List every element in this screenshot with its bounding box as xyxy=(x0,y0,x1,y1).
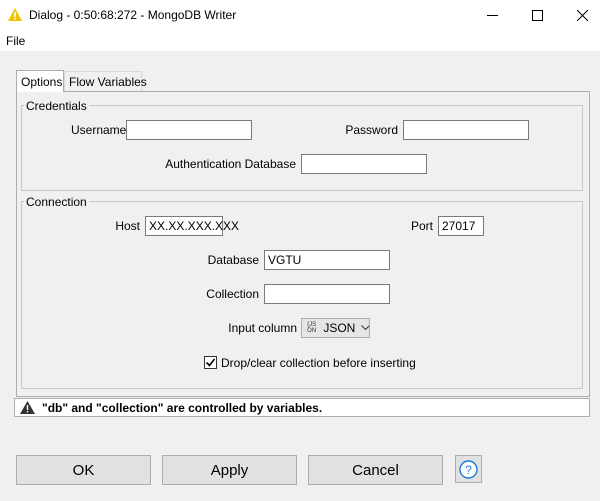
minimize-icon xyxy=(486,15,498,16)
port-label: Port xyxy=(410,219,433,233)
input-column-label: Input column xyxy=(228,321,297,335)
window-title: Dialog - 0:50:68:272 - MongoDB Writer xyxy=(29,8,237,22)
collection-field[interactable] xyxy=(264,284,390,304)
collection-label: Collection xyxy=(206,287,259,301)
database-field[interactable]: VGTU xyxy=(264,250,390,270)
drop-collection-checkbox[interactable] xyxy=(204,356,217,369)
ok-button[interactable]: OK xyxy=(16,455,151,485)
password-field[interactable] xyxy=(403,120,529,140)
minimize-button[interactable] xyxy=(469,0,515,31)
close-icon xyxy=(576,10,588,21)
host-label: Host xyxy=(115,219,140,233)
tab-flow-variables[interactable]: Flow Variables xyxy=(64,71,147,91)
svg-text:?: ? xyxy=(465,463,472,477)
maximize-icon xyxy=(531,10,543,21)
password-label: Password xyxy=(345,123,398,137)
username-field[interactable] xyxy=(126,120,252,140)
auth-db-field[interactable] xyxy=(301,154,427,174)
options-panel: Credentials Username Password Authentica… xyxy=(16,91,590,397)
chevron-down-icon xyxy=(361,325,369,331)
warning-icon xyxy=(20,401,35,414)
maximize-button[interactable] xyxy=(514,0,560,31)
help-icon: ? xyxy=(459,459,478,479)
close-button[interactable] xyxy=(559,0,600,31)
tab-options[interactable]: Options xyxy=(16,70,64,92)
status-text: "db" and "collection" are controlled by … xyxy=(42,400,323,415)
input-column-select[interactable]: {JS ON JSON xyxy=(301,318,370,338)
input-column-value: JSON xyxy=(323,321,356,335)
status-bar: "db" and "collection" are controlled by … xyxy=(14,398,590,417)
host-field[interactable]: XX.XX.XXX.XXX xyxy=(145,216,239,236)
drop-collection-label: Drop/clear collection before inserting xyxy=(221,356,416,370)
auth-db-label: Authentication Database xyxy=(165,157,296,171)
connection-legend: Connection xyxy=(24,195,89,209)
help-button[interactable]: ? xyxy=(455,455,482,483)
warning-triangle-icon xyxy=(8,8,22,21)
apply-button[interactable]: Apply xyxy=(162,455,297,485)
cancel-button[interactable]: Cancel xyxy=(308,455,443,485)
checkmark-icon xyxy=(205,358,216,367)
credentials-legend: Credentials xyxy=(24,99,89,113)
port-field[interactable]: 27017 xyxy=(438,216,484,236)
credentials-group xyxy=(21,105,583,191)
username-label: Username xyxy=(71,123,127,137)
json-type-icon: {JS ON xyxy=(307,322,317,334)
database-label: Database xyxy=(207,253,259,267)
menu-file[interactable]: File xyxy=(6,34,25,48)
menu-bar xyxy=(0,31,600,51)
